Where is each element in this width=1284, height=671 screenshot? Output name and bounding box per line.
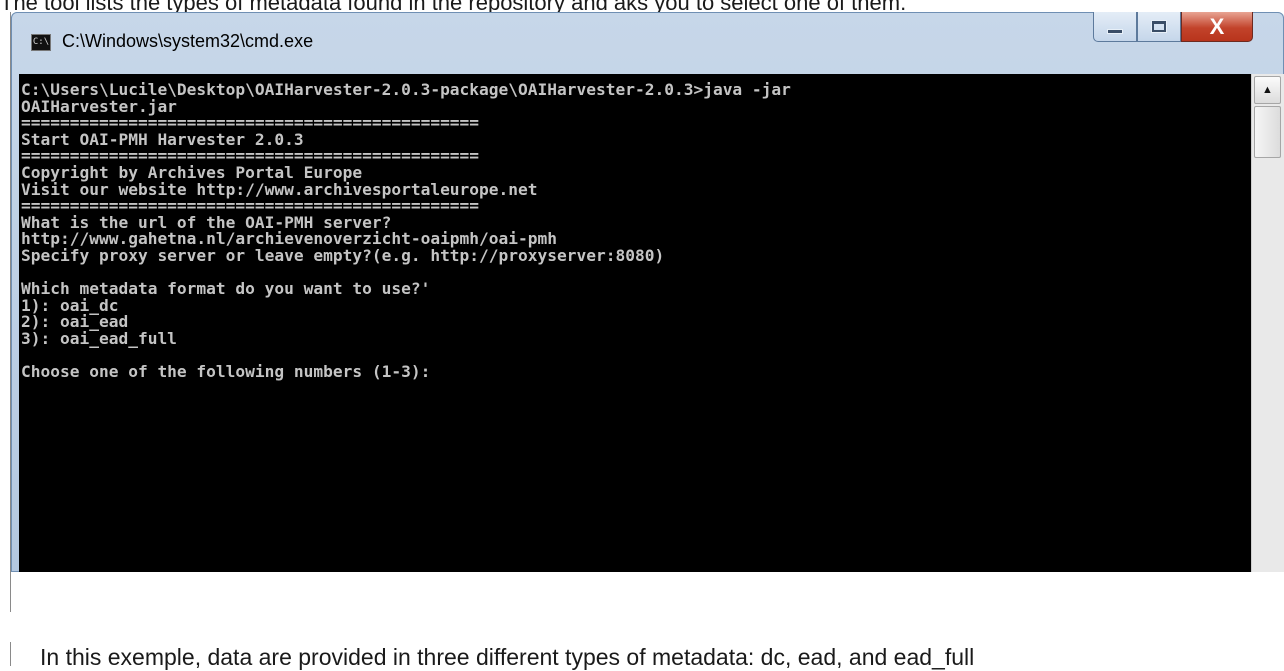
minimize-icon — [1107, 29, 1123, 34]
minimize-button[interactable] — [1093, 12, 1137, 42]
title-bar[interactable]: C:\ C:\Windows\system32\cmd.exe X — [11, 12, 1284, 74]
scroll-thumb[interactable] — [1254, 106, 1281, 158]
caption-buttons: X — [1093, 12, 1253, 42]
cmd-icon[interactable]: C:\ — [31, 34, 51, 51]
close-icon: X — [1209, 13, 1225, 39]
console-output[interactable]: C:\Users\Lucile\Desktop\OAIHarvester-2.0… — [19, 74, 1251, 572]
scroll-up-button[interactable]: ▲ — [1254, 76, 1281, 104]
document-caption-text: In this exemple, data are provided in th… — [40, 644, 975, 670]
maximize-icon — [1151, 20, 1167, 33]
close-button[interactable]: X — [1181, 12, 1253, 42]
console-text: C:\Users\Lucile\Desktop\OAIHarvester-2.0… — [19, 74, 1251, 381]
vertical-scrollbar[interactable]: ▲ — [1251, 74, 1284, 572]
console-line: Specify proxy server or leave empty?(e.g… — [21, 245, 665, 265]
console-line: 3): oai_ead_full — [21, 328, 177, 348]
page-margin-line — [10, 642, 11, 666]
cmd-window: C:\ C:\Windows\system32\cmd.exe X C:\Use… — [11, 12, 1284, 572]
up-arrow-icon: ▲ — [1262, 84, 1273, 96]
console-line: Choose one of the following numbers (1-3… — [21, 362, 431, 382]
window-title: C:\Windows\system32\cmd.exe — [62, 31, 314, 51]
maximize-button[interactable] — [1137, 12, 1181, 42]
